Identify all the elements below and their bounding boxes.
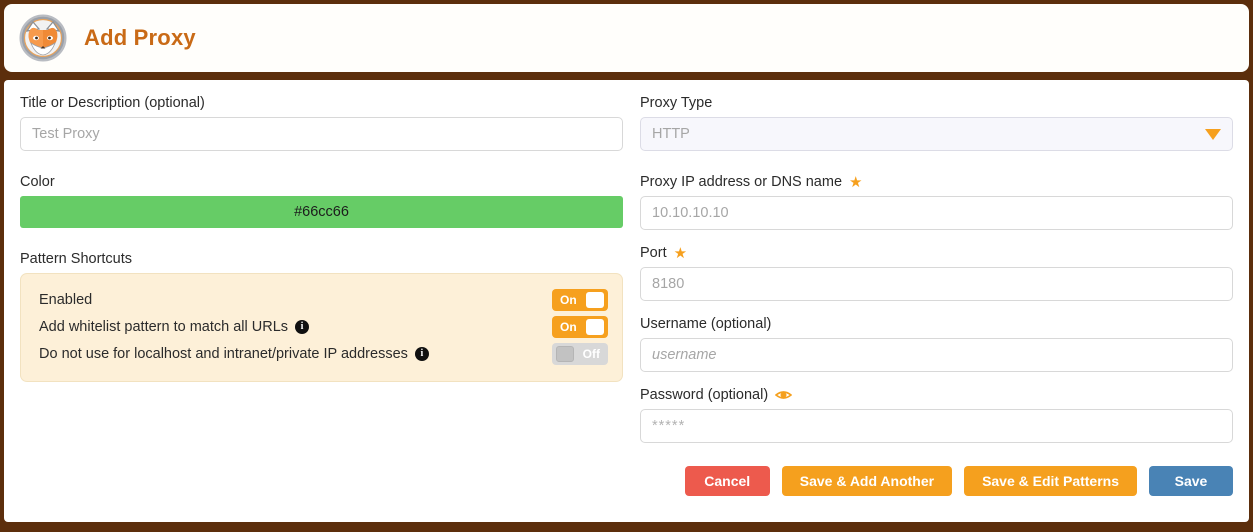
right-column: Proxy Type HTTP Proxy IP address or DNS …	[640, 94, 1233, 522]
info-icon[interactable]: i	[295, 320, 309, 334]
pattern-row-enabled-label: Enabled	[39, 292, 92, 308]
proxy-host-label: Proxy IP address or DNS name ★	[640, 173, 1233, 191]
pattern-row-localhost-label: Do not use for localhost and intranet/pr…	[39, 346, 408, 362]
cancel-button[interactable]: Cancel	[685, 466, 770, 496]
pattern-row-localhost: Do not use for localhost and intranet/pr…	[39, 340, 608, 367]
title-input[interactable]: Test Proxy	[20, 117, 623, 151]
password-input[interactable]: *****	[640, 409, 1233, 443]
proxy-host-input[interactable]: 10.10.10.10	[640, 196, 1233, 230]
save-add-another-button[interactable]: Save & Add Another	[782, 466, 952, 496]
toggle-enabled-label: On	[552, 293, 585, 307]
pattern-row-enabled: Enabled On	[39, 286, 608, 313]
port-label: Port ★	[640, 244, 1233, 262]
eye-icon[interactable]	[775, 389, 792, 401]
color-field-label: Color	[20, 173, 623, 191]
toggle-knob	[586, 319, 604, 335]
save-edit-patterns-button[interactable]: Save & Edit Patterns	[964, 466, 1137, 496]
form-actions: Cancel Save & Add Another Save & Edit Pa…	[640, 466, 1233, 496]
port-input[interactable]: 8180	[640, 267, 1233, 301]
toggle-localhost[interactable]: Off	[552, 343, 608, 365]
title-field-label: Title or Description (optional)	[20, 94, 623, 112]
color-swatch[interactable]: #66cc66	[20, 196, 623, 228]
star-icon: ★	[674, 246, 687, 261]
info-icon[interactable]: i	[415, 347, 429, 361]
save-button[interactable]: Save	[1149, 466, 1233, 496]
toggle-knob	[556, 346, 574, 362]
page-title: Add Proxy	[84, 25, 196, 51]
toggle-knob	[586, 292, 604, 308]
left-column: Title or Description (optional) Test Pro…	[20, 94, 623, 522]
proxy-type-select[interactable]: HTTP	[640, 117, 1233, 151]
password-label: Password (optional)	[640, 386, 1233, 404]
proxy-type-value: HTTP	[652, 126, 690, 142]
pattern-row-whitelist: Add whitelist pattern to match all URLs …	[39, 313, 608, 340]
fox-logo-icon	[18, 13, 68, 63]
toggle-localhost-label: Off	[575, 347, 608, 361]
chevron-down-icon	[1205, 129, 1221, 140]
proxy-type-label: Proxy Type	[640, 94, 1233, 112]
toggle-enabled[interactable]: On	[552, 289, 608, 311]
app-header: Add Proxy	[4, 4, 1249, 72]
pattern-row-whitelist-label: Add whitelist pattern to match all URLs	[39, 319, 288, 335]
pattern-shortcuts-panel: Enabled On Add whitelist pattern to matc…	[20, 273, 623, 382]
toggle-whitelist[interactable]: On	[552, 316, 608, 338]
username-input[interactable]: username	[640, 338, 1233, 372]
star-icon: ★	[849, 175, 862, 190]
pattern-shortcuts-label: Pattern Shortcuts	[20, 250, 623, 268]
username-label: Username (optional)	[640, 315, 1233, 333]
toggle-whitelist-label: On	[552, 320, 585, 334]
main-content: Title or Description (optional) Test Pro…	[4, 80, 1249, 522]
